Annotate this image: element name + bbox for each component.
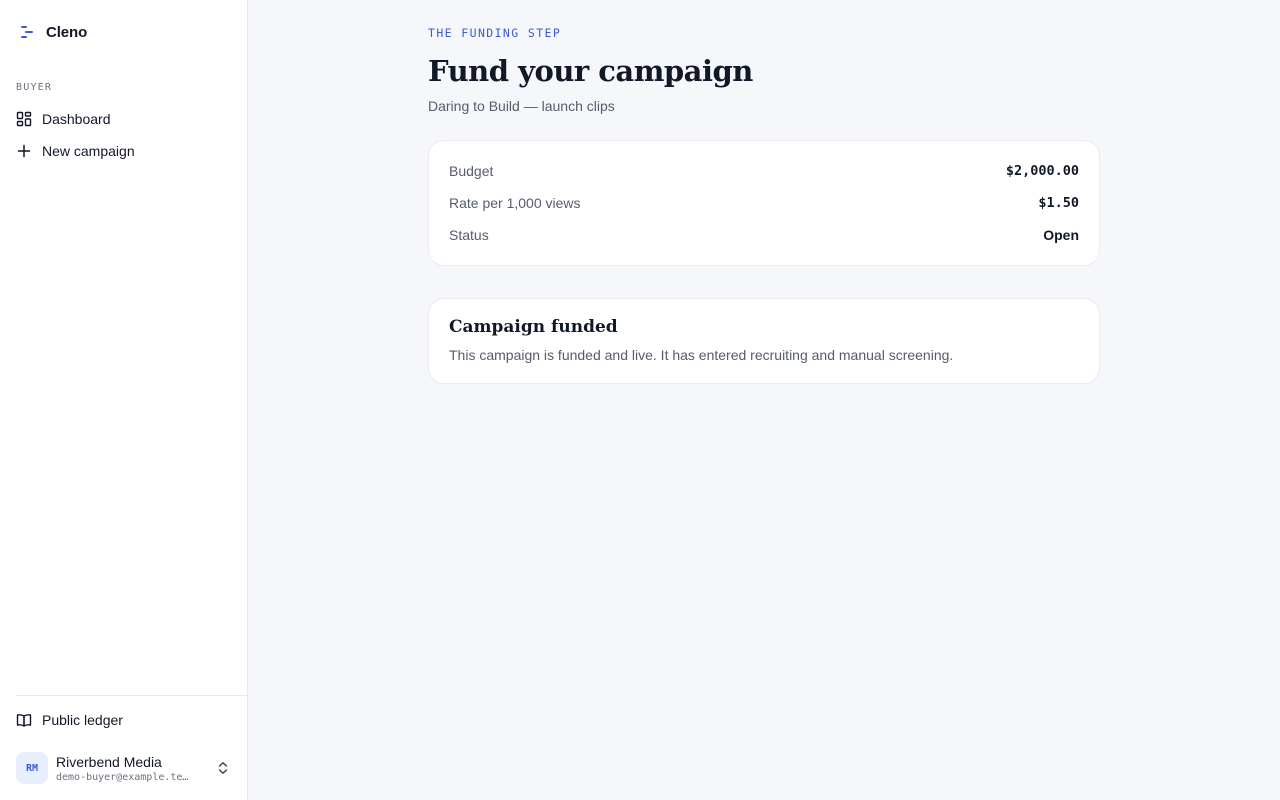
account-switcher[interactable]: RM Riverbend Media demo-buyer@example.te… [0,744,247,800]
avatar: RM [16,752,48,784]
book-open-icon [16,712,32,728]
summary-label: Rate per 1,000 views [449,195,581,211]
summary-row-status: Status Open [449,219,1079,251]
sidebar-item-public-ledger[interactable]: Public ledger [0,704,247,736]
account-name: Riverbend Media [56,753,162,770]
summary-label: Budget [449,163,494,179]
account-info: Riverbend Media demo-buyer@example.te… [56,754,207,783]
page-title: Fund your campaign [428,54,753,88]
sidebar-item-dashboard[interactable]: Dashboard [0,103,247,135]
list-indent-icon [20,24,36,40]
sidebar-item-label: New campaign [42,143,135,159]
account-email: demo-buyer@example.te… [56,771,189,783]
sidebar-item-label: Dashboard [42,111,111,127]
funding-step-panel: THE FUNDING STEP Fund your campaign Dari… [428,26,1100,384]
grid-layout-icon [16,111,32,127]
sidebar-nav: Dashboard New campaign [0,103,247,167]
notice-body: This campaign is funded and live. It has… [449,347,954,363]
main-content: THE FUNDING STEP Fund your campaign Dari… [248,0,1280,800]
campaign-summary-card: Budget $2,000.00 Rate per 1,000 views $1… [428,140,1100,266]
brand[interactable]: Cleno [0,0,247,42]
chevron-up-down-icon [215,760,231,776]
sidebar-item-label: Public ledger [42,712,123,728]
summary-value: $2,000.00 [1005,163,1079,179]
brand-name: Cleno [46,23,88,41]
sidebar-section-label: BUYER [16,82,53,93]
sidebar-item-new-campaign[interactable]: New campaign [0,135,247,167]
app-root: Cleno BUYER Dashboard New campaign Publi… [0,0,1280,800]
sidebar-divider [16,695,247,696]
campaign-funded-notice: Campaign funded This campaign is funded … [428,298,1100,384]
page-eyebrow: THE FUNDING STEP [428,26,562,40]
summary-label: Status [449,227,489,243]
sidebar-footer: Public ledger RM Riverbend Media demo-bu… [0,695,247,800]
page-subtitle: Daring to Build — launch clips [428,98,615,114]
sidebar: Cleno BUYER Dashboard New campaign Publi… [0,0,248,800]
status-value: Open [1043,227,1079,243]
summary-row-rate: Rate per 1,000 views $1.50 [449,187,1079,219]
summary-row-budget: Budget $2,000.00 [449,155,1079,187]
summary-value: $1.50 [1038,195,1079,211]
notice-title: Campaign funded [449,317,618,337]
plus-icon [16,143,32,159]
